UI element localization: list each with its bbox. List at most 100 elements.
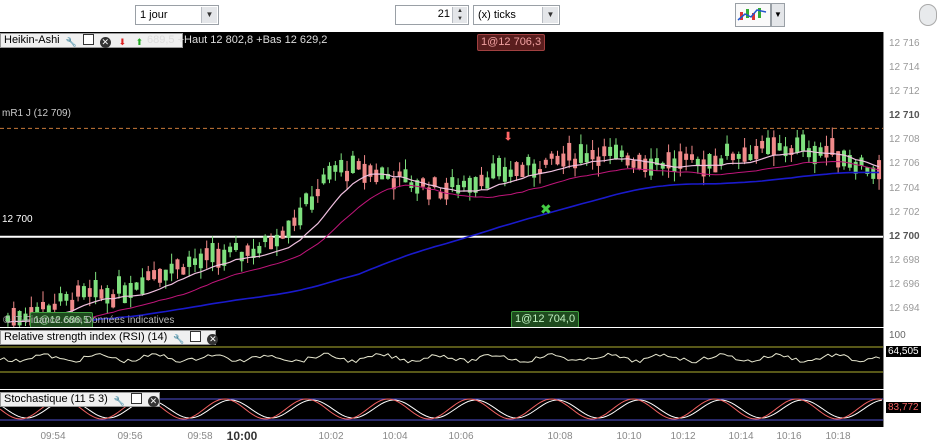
stochastic-value: 83,772: [886, 402, 921, 413]
scroll-button[interactable]: [919, 4, 937, 26]
wrench-icon[interactable]: 🔧: [173, 334, 184, 345]
close-icon[interactable]: ✕: [147, 396, 159, 407]
wrench-icon[interactable]: 🔧: [114, 396, 125, 407]
ticks-stepper[interactable]: 21 ▲ ▼: [395, 5, 469, 25]
candle-body: [795, 137, 800, 153]
y-tick-label: 12 708: [889, 134, 920, 146]
indicator-name: Heikin-Ashi: [4, 34, 60, 46]
candle-body: [228, 246, 233, 253]
sell-marker-icon: ⬇: [503, 129, 513, 143]
maximize-icon[interactable]: [82, 34, 94, 45]
level-label: 12 700: [2, 214, 33, 225]
maximize-icon[interactable]: [190, 331, 202, 342]
x-tick-label: 09:58: [187, 431, 213, 442]
spin-arrows-icon[interactable]: ▲ ▼: [452, 7, 467, 23]
candle-body: [93, 280, 98, 298]
candle-body: [806, 148, 811, 158]
x-tick-label: 10:16: [776, 431, 802, 442]
rsi-panel-header: Relative strength index (RSI) (14) 🔧 ✕: [0, 330, 219, 345]
x-tick-label: 10:08: [547, 431, 573, 442]
chevron-down-icon[interactable]: ▼: [771, 3, 785, 27]
buy-arrow-icon[interactable]: ⬆: [134, 37, 145, 48]
y-tick-label: 12 698: [889, 254, 920, 266]
candle-body: [99, 289, 104, 299]
candle-body: [146, 271, 151, 281]
price-chart-panel[interactable]: ✖ ⬇ Heikin-Ashi 🔧 ✕ ⬇ ⬆ 689,5 +Haut 12 80…: [0, 32, 883, 327]
candle-body: [613, 144, 618, 160]
candle-body: [748, 154, 753, 161]
candle-body: [824, 145, 829, 158]
order-tag-top[interactable]: 1@12 706,3: [477, 34, 546, 51]
candle-body: [497, 157, 502, 177]
y-tick-label: 12 706: [889, 158, 920, 170]
stochastic-y-axis: 83,772: [883, 390, 937, 427]
candle-body: [672, 158, 677, 172]
candle-body: [841, 150, 846, 167]
wrench-icon[interactable]: 🔧: [66, 37, 77, 48]
candle-body: [736, 154, 741, 159]
candle-body: [713, 155, 718, 173]
candle-body: [608, 146, 613, 156]
period-select[interactable]: 1 jour ▼: [135, 5, 219, 25]
candle-body: [134, 282, 139, 290]
candle-body: [105, 288, 110, 304]
candle-body: [362, 163, 367, 183]
candle-body: [339, 159, 344, 173]
candle-body: [450, 177, 455, 188]
y-tick-label: 12 714: [889, 62, 920, 74]
candle-body: [263, 235, 268, 243]
candle-body: [526, 156, 531, 166]
candle-body: [111, 294, 116, 308]
ticks-value: 21: [437, 8, 450, 20]
candle-body: [257, 245, 262, 254]
candle-body: [233, 242, 238, 251]
x-tick-label: 10:12: [670, 431, 696, 442]
rsi-title: Relative strength index (RSI) (14): [4, 331, 168, 343]
x-tick-label: 10:10: [616, 431, 642, 442]
candle-body: [520, 164, 525, 178]
candle-body: [356, 161, 361, 170]
candle-body: [578, 144, 583, 163]
candle-body: [122, 285, 127, 304]
candle-body: [801, 134, 806, 151]
x-tick-label: 10:02: [318, 431, 344, 442]
x-tick-label: 10:04: [382, 431, 408, 442]
stochastic-panel[interactable]: Stochastique (11 5 3) 🔧 ✕: [0, 390, 883, 427]
chart-style-icon[interactable]: [735, 3, 771, 27]
candle-body: [707, 154, 712, 169]
rsi-panel[interactable]: Relative strength index (RSI) (14) 🔧 ✕: [0, 328, 883, 389]
candle-body: [327, 165, 332, 180]
candle-body: [157, 268, 162, 283]
candle-body: [719, 158, 724, 165]
candle-body: [333, 165, 338, 172]
candle-body: [818, 147, 823, 156]
candle-body: [87, 288, 92, 297]
candle-body: [175, 259, 180, 270]
unit-select[interactable]: (x) ticks ▼: [473, 5, 560, 25]
candle-body: [549, 153, 554, 159]
close-icon[interactable]: ✕: [99, 37, 111, 48]
toolbar: 1 jour ▼ 21 ▲ ▼ (x) ticks ▼ ▼: [0, 0, 937, 32]
candle-body: [689, 154, 694, 160]
candle-body: [52, 303, 57, 310]
order-tag-bottom[interactable]: 1@12 704,0: [511, 311, 580, 327]
maximize-icon[interactable]: [130, 393, 142, 404]
candle-body: [602, 146, 607, 157]
candle-body: [169, 263, 174, 274]
y-tick-label: 12 700: [889, 230, 920, 242]
candle-body: [58, 293, 63, 302]
sell-arrow-icon[interactable]: ⬇: [117, 37, 128, 48]
candle-body: [345, 170, 350, 182]
y-tick-label: 12 696: [889, 278, 920, 290]
buy-marker-icon: ✖: [540, 202, 552, 218]
candle-body: [514, 162, 519, 177]
candle-body: [350, 155, 355, 173]
ohlc-values: 689,5 +Haut 12 802,8 +Bas 12 629,2: [147, 34, 328, 46]
chevron-down-icon[interactable]: ▼: [201, 7, 217, 23]
close-icon[interactable]: ✕: [207, 334, 219, 345]
candle-body: [830, 138, 835, 155]
candle-body: [461, 180, 466, 188]
chevron-down-icon[interactable]: ▼: [542, 7, 558, 23]
candle-body: [286, 220, 291, 238]
candle-body: [70, 299, 75, 311]
